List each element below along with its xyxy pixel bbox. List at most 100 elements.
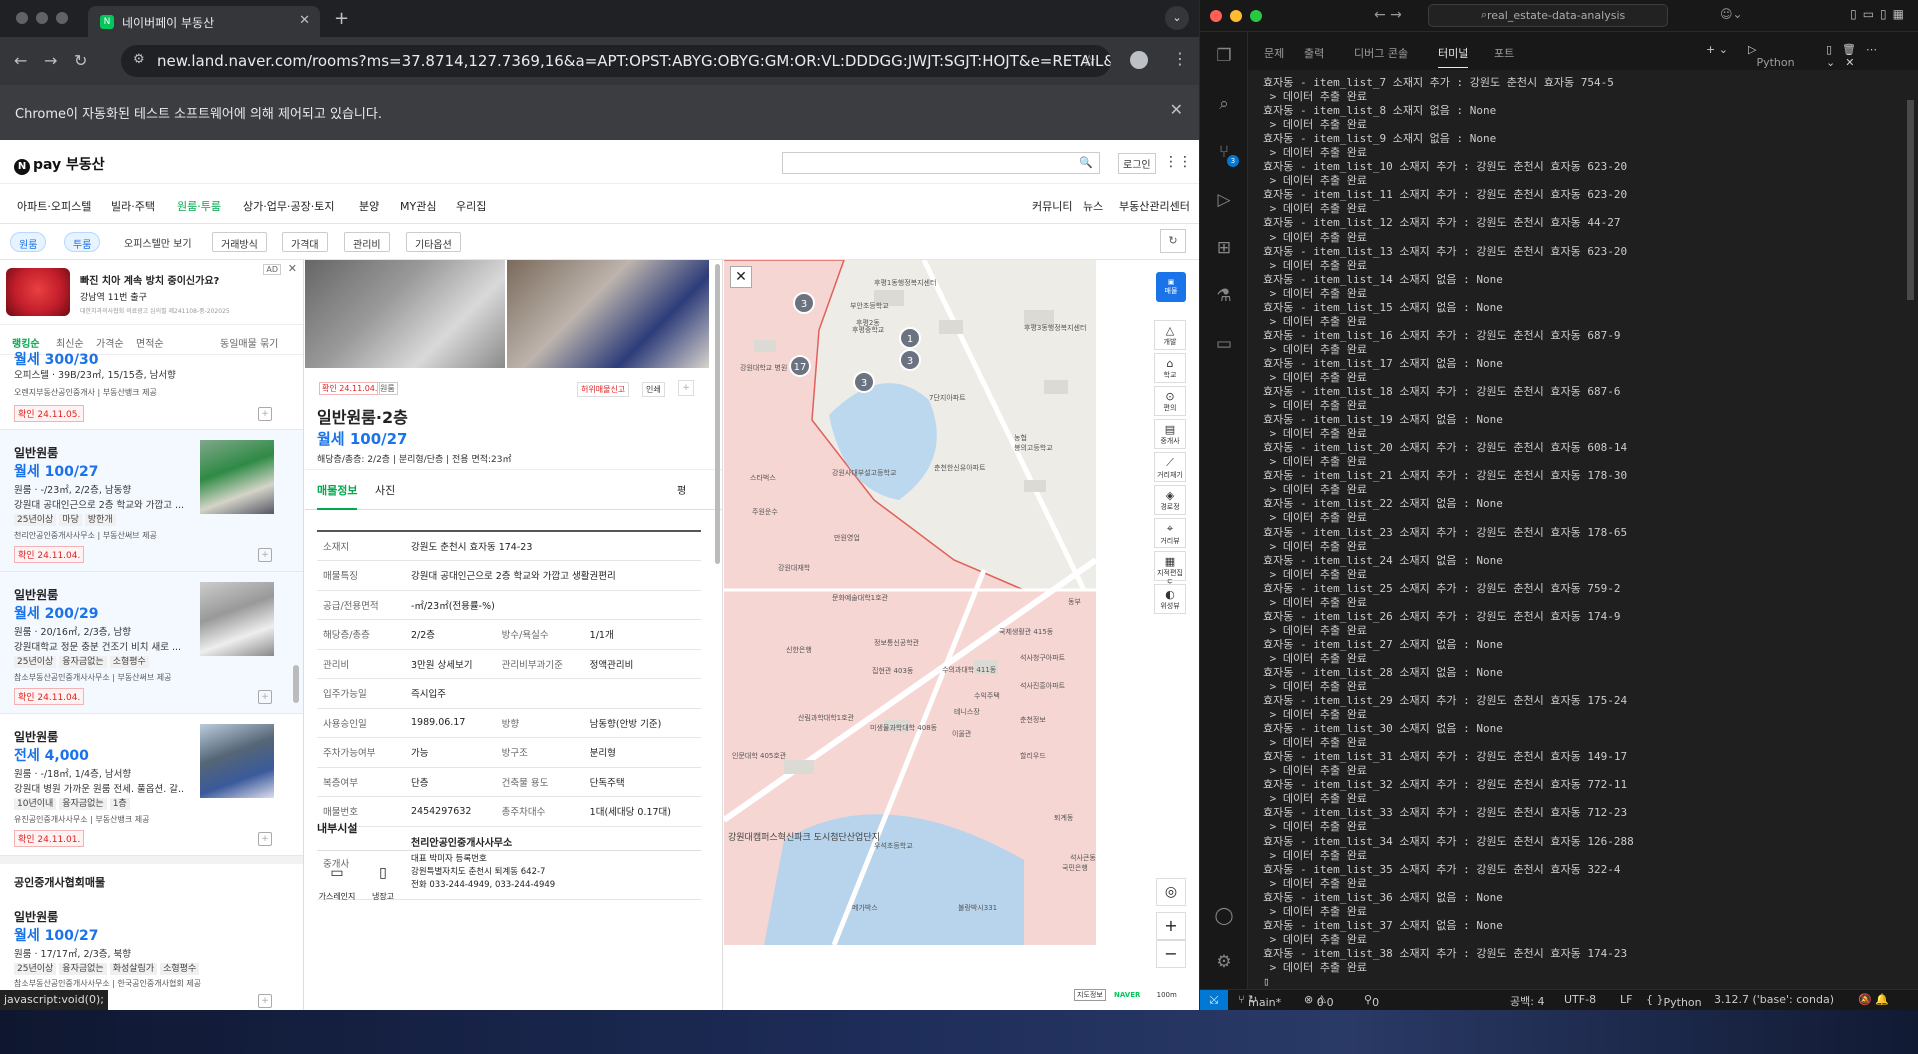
refresh-icon[interactable]: ↻ [1160,229,1186,253]
report-button[interactable]: 허위매물신고 [577,382,630,397]
zoom-out-icon[interactable]: − [1156,940,1186,968]
favorite-icon[interactable]: + [258,407,272,421]
map-view[interactable]: 3 1 3 17 3 스타벅스 강원대학교 병원 주원운수 강원사대부설고등학교 후평2동 부안초… [724,260,1096,945]
remote-indicator-icon[interactable]: ⤩ [1200,990,1228,1010]
profile-icon[interactable] [1130,51,1148,69]
listing-cluster-marker[interactable]: 3 [853,371,875,393]
list-item[interactable]: 월세 300/30 오피스텔 · 39B/23㎡, 15/15층, 남서향 오렌… [0,352,303,430]
browser-menu-icon[interactable]: ⋮ [1172,49,1188,68]
map-control-3[interactable]: ⊙ 편의 [1154,386,1186,416]
map-control-5[interactable]: ⟋ 거리재기 [1154,452,1186,482]
terminal-actions-icons[interactable]: ▯🗑⋯⌄✕ [1826,43,1918,69]
back-icon[interactable]: ← [14,51,27,70]
python-interpreter[interactable]: 3.12.7 ('base': conda) [1714,993,1834,1006]
minimize-window-button[interactable] [1230,10,1242,22]
listing-cluster-marker[interactable]: 3 [899,349,921,371]
indentation-indicator[interactable]: 공백: 4 [1510,993,1544,1009]
browser-tab[interactable]: N 네이버페이 부동산 ✕ [88,6,320,37]
language-indicator[interactable]: { } Python [1646,993,1702,1009]
listing-photo[interactable] [200,440,274,514]
search-input[interactable]: 🔍 [782,152,1100,174]
notifications-icon[interactable]: 🔕 🔔 [1858,993,1889,1006]
site-info-icon[interactable]: ⚙ [133,52,145,67]
list-item[interactable]: 일반원룸 월세 200/29 원룸 · 20/16㎡, 2/3층, 남향 강원대… [0,572,303,714]
source-control-icon[interactable]: ⑂ 3 [1212,142,1239,167]
run-debug-icon[interactable]: ▷ [1212,190,1236,214]
menu-news[interactable]: 뉴스 [1083,198,1103,214]
testing-icon[interactable]: ⚗ [1212,286,1236,310]
minimize-window-button[interactable] [36,12,48,24]
listing-photo[interactable] [200,582,274,656]
filter-officetel-only[interactable]: 오피스텔만 보기 [116,232,200,252]
sort-area[interactable]: 면적순 [136,335,164,350]
filter-maintenance[interactable]: 관리비 [344,232,390,252]
filter-price[interactable]: 가격대 [282,232,328,252]
close-detail-icon[interactable]: ✕ [730,266,752,288]
menu-myhome[interactable]: 우리집 [456,198,486,214]
sort-latest[interactable]: 최신순 [56,335,84,350]
favorite-icon[interactable]: + [258,832,272,846]
close-window-button[interactable] [16,12,28,24]
menu-my[interactable]: MY관심 [400,198,436,214]
favorite-icon[interactable]: + [258,548,272,562]
menu-oneroom[interactable]: 원룸·투룸 [177,198,221,226]
explorer-icon[interactable]: ❐ [1212,46,1236,70]
address-bar[interactable]: ⚙ new.land.naver.com/rooms?ms=37.8714,12… [121,45,1111,77]
terminal-output[interactable]: 효자동 - item_list_7 소재지 추가 : 강원도 춘천시 효자동 7… [1263,76,1903,988]
tab-listing-info[interactable]: 매물정보 [317,482,358,510]
reload-icon[interactable]: ↻ [74,51,87,70]
naver-pay-logo[interactable]: Npay 부동산 [14,154,105,175]
search-icon[interactable]: ⌕ [1212,94,1236,118]
map-control-4[interactable]: ▤ 중개사 [1154,419,1186,449]
group-same-listings[interactable]: 동일매물 묶기 [220,335,278,350]
tab-problems[interactable]: 문제 [1264,45,1284,61]
terminal-shell-label[interactable]: ▷ Python [1748,43,1795,69]
map-control-8[interactable]: ▦ 지적편집도 [1154,551,1186,587]
tab-terminal[interactable]: 터미널 [1438,45,1469,68]
new-tab-icon[interactable]: + [334,8,349,29]
filter-deal-type[interactable]: 거래방식 [212,232,267,252]
menu-apt[interactable]: 아파트·오피스텔 [17,198,91,214]
apps-grid-icon[interactable]: ⋮⋮ [1164,154,1192,170]
list-item[interactable]: 일반원룸 월세 100/27 원룸 · -/23㎡, 2/2층, 남동향 강원대… [0,430,303,572]
remote-explorer-icon[interactable]: ▭ [1212,334,1236,358]
map-control-7[interactable]: ⌖ 거리뷰 [1154,518,1186,548]
list-item[interactable]: 일반원룸 전세 4,000 원룸 · -/18㎡, 1/4층, 남서향 강원대 … [0,714,303,856]
menu-store[interactable]: 상가·업무·공장·토지 [243,198,334,214]
eol-indicator[interactable]: LF [1620,993,1632,1006]
list-scrollbar[interactable] [293,665,299,703]
menu-community[interactable]: 커뮤니티 [1032,198,1072,214]
new-terminal-icon[interactable]: + ⌄ [1706,43,1728,56]
copilot-icon[interactable]: ☺⌄ [1720,7,1743,21]
account-icon[interactable]: ◯ [1212,906,1236,930]
listing-cluster-marker[interactable]: 1 [899,327,921,349]
print-button[interactable]: 인쇄 [642,382,665,397]
listing-layer-button[interactable]: ▣ 매물 [1156,272,1186,302]
listing-cluster-marker[interactable]: 17 [789,355,811,377]
menu-villa[interactable]: 빌라·주택 [111,198,155,214]
nav-arrows-icon[interactable]: ← → [1374,7,1402,23]
login-button[interactable]: 로그인 [1118,153,1156,174]
close-window-button[interactable] [1210,10,1222,22]
map-control-9[interactable]: ◐ 위성뷰 [1154,584,1186,614]
tab-photos[interactable]: 사진 [375,482,395,498]
detail-photo-2[interactable] [507,260,709,368]
detail-photos[interactable] [305,260,722,368]
settings-gear-icon[interactable]: ⚙ [1212,952,1236,976]
command-center-search[interactable]: ⌕ real_estate-data-analysis [1428,4,1668,27]
ports-indicator[interactable]: ⚲ 0 [1364,993,1379,1009]
maximize-window-button[interactable] [1250,10,1262,22]
layout-toggle-icons[interactable]: ▯▭▯▦ [1850,7,1910,21]
forward-icon[interactable]: → [44,51,57,70]
favorite-icon[interactable]: + [678,380,694,396]
menu-presale[interactable]: 분양 [359,198,379,214]
filter-oneroom[interactable]: 원룸 [10,232,47,252]
detail-photo-1[interactable] [305,260,505,368]
zoom-in-icon[interactable]: + [1156,912,1186,940]
listing-photo[interactable] [200,724,274,798]
git-branch[interactable]: ⑂ main* ↻ [1238,993,1281,1009]
filter-tworoom[interactable]: 투룸 [64,232,101,252]
problems-indicator[interactable]: ⊗ 0 ⚠ 0 [1304,993,1334,1009]
listing-cluster-marker[interactable]: 3 [793,292,815,314]
infobar-close-icon[interactable]: ✕ [1170,100,1183,119]
